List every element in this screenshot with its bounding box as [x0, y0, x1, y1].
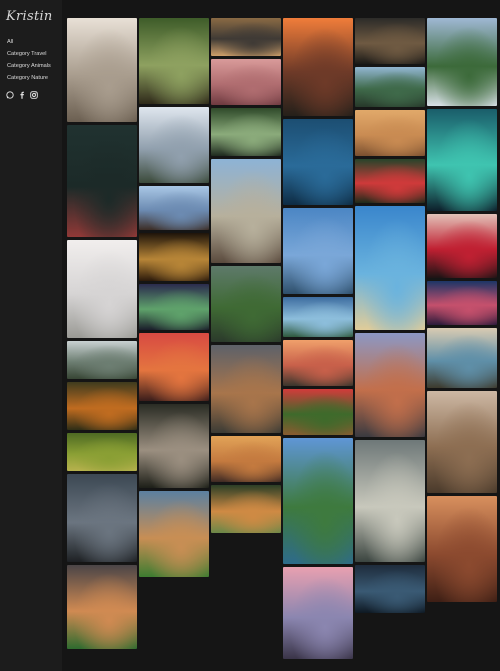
photo-palm-beach[interactable] — [355, 206, 425, 330]
photo-red-parrot[interactable] — [355, 159, 425, 203]
photo-parrot-green[interactable] — [139, 18, 209, 104]
photo-monkey[interactable] — [139, 404, 209, 488]
photo-hot-air-balloons-desert[interactable] — [67, 18, 137, 122]
photo-lion[interactable] — [139, 233, 209, 281]
photo-glacier-lake[interactable] — [283, 297, 353, 337]
photo-red-lips[interactable] — [427, 214, 497, 278]
photo-sunset-waterfall[interactable] — [283, 18, 353, 116]
photo-person-balloons[interactable] — [355, 333, 425, 437]
photo-pine-mountains[interactable] — [355, 67, 425, 107]
nav-all[interactable]: All — [7, 36, 51, 48]
photo-mountain-peaks[interactable] — [139, 491, 209, 577]
photo-puffin[interactable] — [211, 266, 281, 342]
photo-waterfall-sunset[interactable] — [427, 328, 497, 388]
photo-orange-flowers[interactable] — [67, 382, 137, 430]
photo-pier-ocean-night[interactable] — [283, 119, 353, 205]
photo-canyon-person[interactable] — [427, 496, 497, 602]
photo-hiker-with-dog[interactable] — [211, 159, 281, 263]
photo-tent-night[interactable] — [355, 565, 425, 613]
photo-road-vanishing[interactable] — [211, 18, 281, 56]
photo-aurora-person[interactable] — [427, 109, 497, 211]
photo-rock-formation[interactable] — [427, 391, 497, 493]
photo-lake-forest[interactable] — [283, 438, 353, 564]
facebook-icon[interactable] — [18, 91, 26, 99]
whatsapp-icon[interactable] — [6, 91, 14, 99]
photo-temple-gate[interactable] — [283, 567, 353, 659]
photo-devils-tower[interactable] — [211, 345, 281, 433]
photo-ship-sunset[interactable] — [139, 333, 209, 401]
photo-aurora-lake[interactable] — [139, 284, 209, 330]
nav-category-travel[interactable]: Category Travel — [7, 48, 51, 60]
photo-beach-sunset-person[interactable] — [211, 436, 281, 482]
photo-person-on-cliff[interactable] — [139, 186, 209, 230]
photo-gallery — [67, 18, 497, 671]
photo-snowy-mountain-valley[interactable] — [67, 341, 137, 379]
photo-green-hills[interactable] — [67, 433, 137, 471]
photo-squirrel-flowers[interactable] — [283, 389, 353, 435]
photo-mountain-river-sunset[interactable] — [67, 565, 137, 649]
site-logo[interactable]: Kristin — [6, 9, 53, 24]
photo-bridge-river[interactable] — [211, 108, 281, 156]
instagram-icon[interactable] — [30, 91, 38, 99]
sidebar: Kristin All Category Travel Category Ani… — [0, 0, 62, 671]
photo-tiger[interactable] — [211, 485, 281, 533]
photo-eagle-flying[interactable] — [283, 208, 353, 294]
category-nav: All Category Travel Category Animals Cat… — [7, 36, 51, 84]
nav-category-animals[interactable]: Category Animals — [7, 60, 51, 72]
social-links — [6, 91, 38, 99]
photo-hummingbird[interactable] — [211, 59, 281, 105]
photo-balloon-sky[interactable] — [427, 281, 497, 325]
photo-flamingos-dark[interactable] — [67, 125, 137, 237]
photo-misty-cliff-sea[interactable] — [67, 240, 137, 338]
nav-category-nature[interactable]: Category Nature — [7, 72, 51, 84]
photo-balloons-sunrise[interactable] — [283, 340, 353, 386]
photo-waterfall[interactable] — [139, 107, 209, 183]
photo-pyramids-camels[interactable] — [355, 110, 425, 156]
photo-pine-forest-peaks[interactable] — [427, 18, 497, 106]
photo-forest-sunbeams[interactable] — [355, 440, 425, 562]
photo-deer-antlers[interactable] — [355, 18, 425, 64]
photo-hiker-on-rocks[interactable] — [67, 474, 137, 562]
